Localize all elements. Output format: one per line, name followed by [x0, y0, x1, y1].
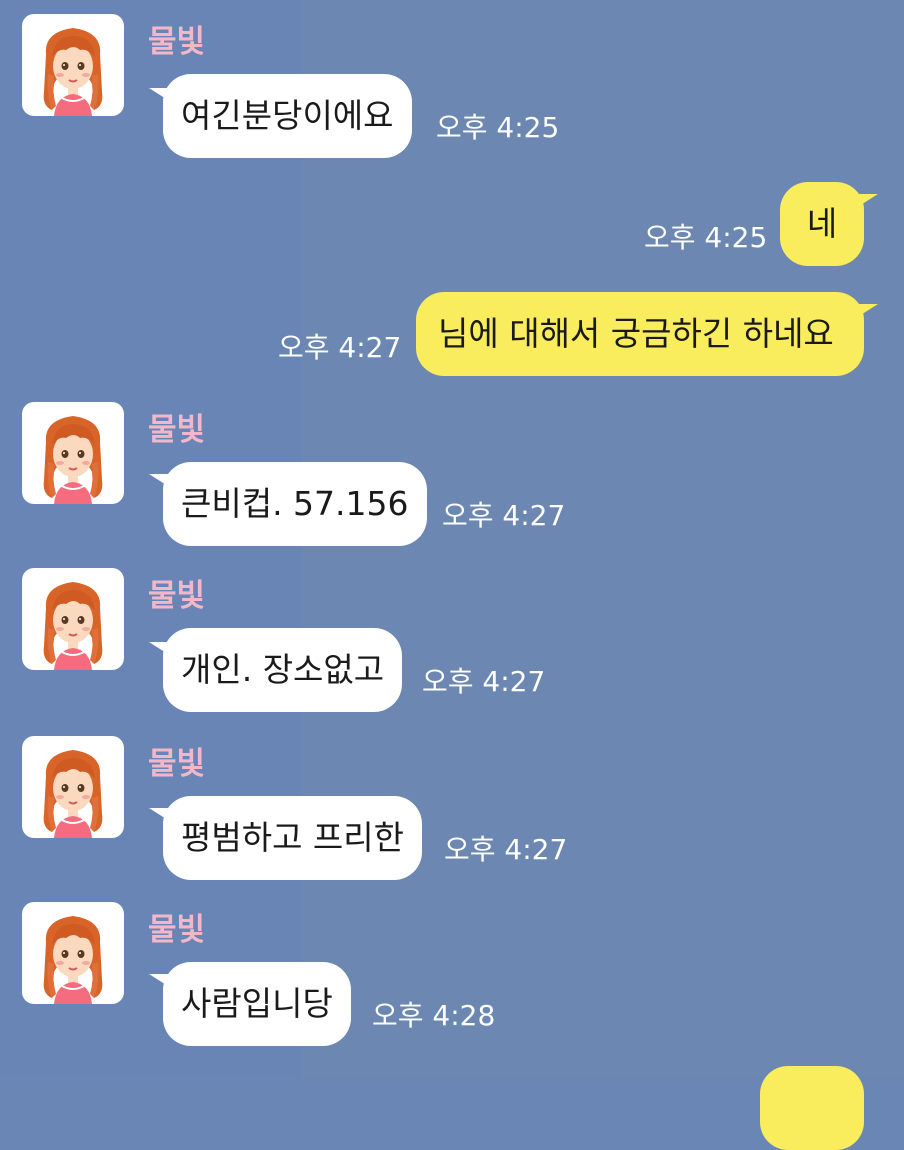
message-bubble-outgoing-partial[interactable] — [760, 1066, 864, 1150]
girl-avatar-icon — [42, 415, 104, 504]
sender-name: 물빛 — [148, 24, 206, 60]
sender-name: 물빛 — [148, 912, 206, 948]
avatar[interactable] — [22, 14, 124, 116]
message-bubble-incoming[interactable]: 큰비컵. 57.156 — [163, 462, 427, 546]
girl-avatar-icon — [42, 581, 104, 670]
message-time: 오후 4:25 — [436, 111, 560, 144]
message-time: 오후 4:25 — [644, 221, 768, 254]
message-bubble-incoming[interactable]: 여긴분당이에요 — [163, 74, 412, 158]
bubble-tail — [856, 194, 878, 208]
girl-avatar-icon — [42, 915, 104, 1004]
sender-name: 물빛 — [148, 578, 206, 614]
message-time: 오후 4:27 — [442, 499, 566, 532]
bubble-tail — [856, 304, 878, 318]
message-bubble-incoming[interactable]: 평범하고 프리한 — [163, 796, 423, 880]
sender-name: 물빛 — [148, 412, 206, 448]
message-bubble-outgoing[interactable]: 네 — [780, 182, 864, 266]
message-time: 오후 4:27 — [422, 665, 546, 698]
message-time: 오후 4:27 — [278, 331, 402, 364]
avatar[interactable] — [22, 902, 124, 1004]
avatar[interactable] — [22, 402, 124, 504]
avatar[interactable] — [22, 568, 124, 670]
sender-name: 물빛 — [148, 746, 206, 782]
message-bubble-outgoing[interactable]: 님에 대해서 궁금하긴 하네요 — [416, 292, 864, 376]
girl-avatar-icon — [42, 749, 104, 838]
message-bubble-incoming[interactable]: 사람입니당 — [163, 962, 351, 1046]
message-bubble-incoming[interactable]: 개인. 장소없고 — [163, 628, 403, 712]
girl-avatar-icon — [42, 27, 104, 116]
avatar[interactable] — [22, 736, 124, 838]
message-time: 오후 4:27 — [444, 833, 568, 866]
message-time: 오후 4:28 — [372, 999, 496, 1032]
